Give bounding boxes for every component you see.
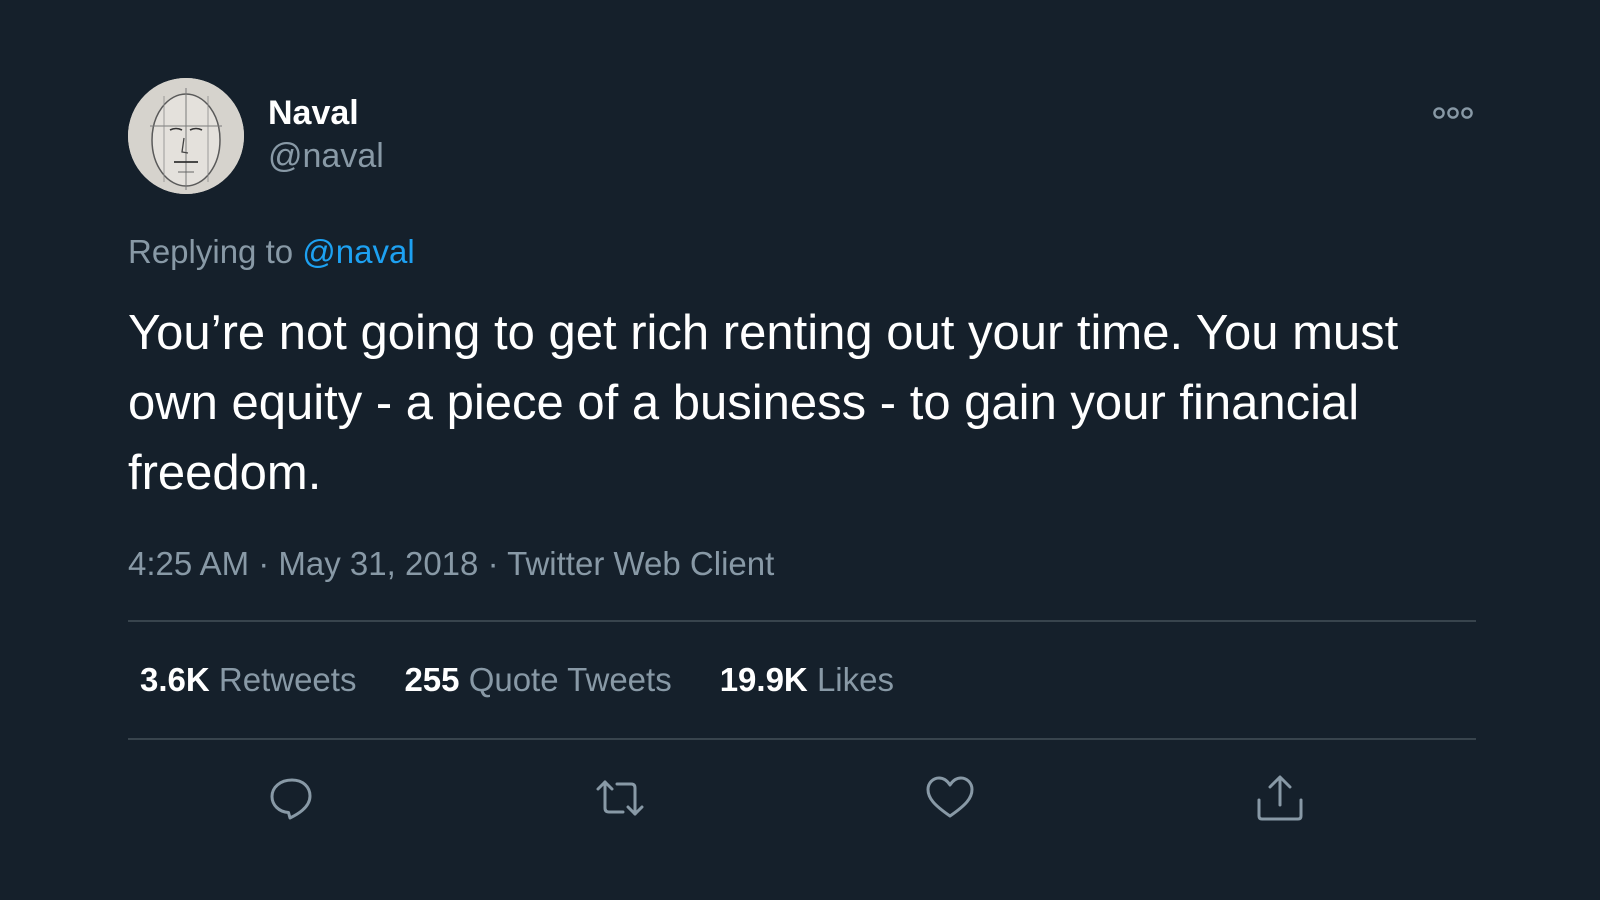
tweet-header: Naval @naval	[128, 78, 1476, 194]
more-options-icon[interactable]	[1430, 102, 1476, 124]
share-icon[interactable]	[1254, 772, 1306, 824]
author-handle[interactable]: @naval	[268, 134, 384, 178]
author-display-name[interactable]: Naval	[268, 92, 384, 134]
likes-label: Likes	[816, 661, 894, 698]
likes-stat[interactable]: 19.9K Likes	[720, 661, 894, 699]
engagement-stats: 3.6K Retweets 255 Quote Tweets 19.9K Lik…	[128, 622, 1476, 738]
quote-tweets-stat[interactable]: 255 Quote Tweets	[404, 661, 671, 699]
tweet-metadata: 4:25 AM · May 31, 2018 · Twitter Web Cli…	[128, 544, 1476, 584]
quote-tweets-count: 255	[404, 661, 460, 698]
retweets-count: 3.6K	[140, 661, 210, 698]
sketch-face-avatar	[128, 78, 244, 194]
meta-separator: ·	[258, 545, 270, 582]
reply-icon[interactable]	[266, 772, 318, 824]
heart-icon[interactable]	[924, 772, 976, 824]
tweet-date[interactable]: May 31, 2018	[278, 545, 478, 582]
tweet-source[interactable]: Twitter Web Client	[507, 545, 774, 582]
author-names: Naval @naval	[268, 92, 384, 178]
action-bar	[128, 740, 1476, 858]
likes-count: 19.9K	[719, 661, 808, 698]
meta-separator: ·	[487, 545, 499, 582]
replying-to: Replying to @naval	[128, 232, 1476, 272]
retweets-stat[interactable]: 3.6K Retweets	[140, 661, 356, 699]
avatar[interactable]	[128, 78, 244, 194]
retweets-label: Retweets	[218, 661, 357, 698]
replying-to-label: Replying to	[128, 233, 294, 270]
retweet-icon[interactable]	[594, 772, 646, 824]
tweet-text: You’re not going to get rich renting out…	[128, 306, 1399, 500]
quote-tweets-label: Quote Tweets	[468, 661, 672, 698]
reply-mention-link[interactable]: @naval	[302, 233, 414, 270]
tweet-card: Naval @naval Replying to @naval You’re n…	[128, 78, 1476, 858]
tweet-time[interactable]: 4:25 AM	[128, 545, 249, 582]
